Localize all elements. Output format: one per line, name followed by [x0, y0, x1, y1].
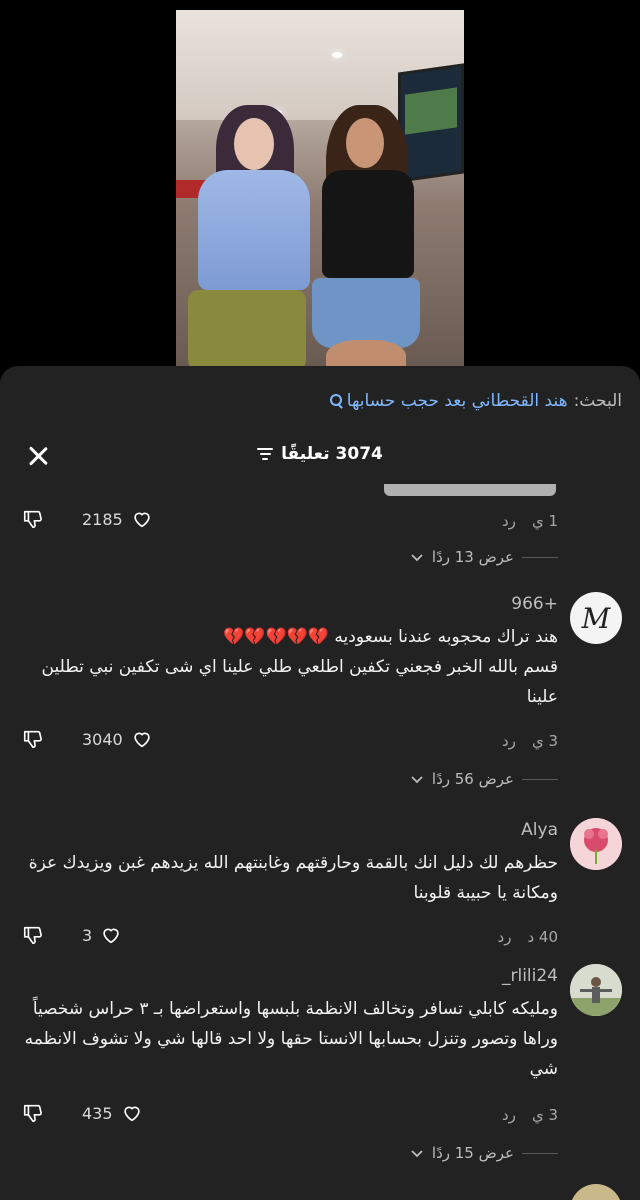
view-replies-button[interactable]: عرض 15 ردًا — [410, 1144, 558, 1162]
view-replies-label: عرض 56 ردًا — [431, 770, 514, 788]
comment-username[interactable]: 966+ — [511, 594, 558, 614]
comment-username[interactable]: Alya — [521, 820, 558, 840]
comment-count[interactable]: 3074 تعليقًا — [0, 444, 640, 464]
ceiling-light — [332, 52, 342, 58]
comment-actions: 435 — [22, 1102, 143, 1124]
comment-actions: 3040 — [22, 728, 153, 750]
comment-text: حظرهم لك دليل انك بالقمة وحارقتهم وغابنت… — [28, 853, 558, 903]
comment-meta: 1 ي رد — [502, 512, 558, 530]
comment-text: ومليكه كابلي تسافر وتخالف الانظمة بلبسها… — [24, 999, 558, 1079]
comment-time: 40 د — [527, 928, 558, 946]
search-suggestion[interactable]: البحث: هند القحطاني بعد حجب حسابها — [329, 386, 622, 416]
dislike-icon[interactable] — [22, 728, 44, 750]
like-count: 3040 — [82, 729, 123, 749]
heart-icon[interactable] — [131, 508, 153, 530]
view-replies-button[interactable]: عرض 13 ردًا — [410, 548, 558, 566]
reply-button[interactable]: رد — [502, 732, 516, 750]
heart-icon[interactable] — [100, 924, 122, 946]
video-area[interactable] — [0, 0, 640, 380]
reply-button[interactable]: رد — [502, 512, 516, 530]
comment-meta: 3 ي رد — [502, 1106, 558, 1124]
like-count: 3 — [82, 925, 93, 945]
view-replies-button[interactable]: عرض 56 ردًا — [410, 770, 558, 788]
person-avatar-icon — [570, 964, 622, 1016]
search-prefix: البحث: — [573, 391, 622, 411]
heart-icon[interactable] — [121, 1102, 143, 1124]
chevron-down-icon — [411, 1150, 423, 1158]
person-skirt — [188, 290, 306, 366]
view-replies-label: عرض 15 ردًا — [431, 1144, 514, 1162]
search-icon — [329, 394, 343, 408]
comments-sheet: البحث: هند القحطاني بعد حجب حسابها 3074 … — [0, 366, 640, 1200]
person-top — [322, 170, 414, 278]
comment-time: 1 ي — [531, 512, 558, 530]
comment-actions: 3 — [22, 924, 122, 946]
search-query-link[interactable]: هند القحطاني بعد حجب حسابها — [347, 391, 568, 411]
comment-actions: 2185 — [22, 508, 153, 530]
comment-time: 3 ي — [531, 732, 558, 750]
monogram-icon: M — [571, 593, 621, 643]
comment-username[interactable]: _rlili24 — [502, 966, 558, 986]
avatar[interactable] — [570, 818, 622, 870]
reply-image-preview[interactable] — [384, 484, 556, 496]
dislike-icon[interactable] — [22, 1102, 44, 1124]
reply-button[interactable]: رد — [502, 1106, 516, 1124]
heart-icon[interactable] — [131, 728, 153, 750]
person-legs — [326, 340, 406, 366]
person-skirt — [312, 278, 420, 348]
divider-line — [522, 778, 558, 780]
chevron-down-icon — [411, 554, 423, 562]
video-thumbnail[interactable] — [176, 10, 464, 366]
comment-meta: 40 د رد — [498, 928, 558, 946]
svg-text:M: M — [581, 602, 612, 635]
comment-text-line: قسم بالله الخبر فجعني تكفين اطلعي طلي عل… — [41, 657, 559, 707]
reply-button[interactable]: رد — [498, 928, 512, 946]
comment-text: هند تراك محجوبه عندنا بسعوديه 💔💔💔💔💔 قسم … — [18, 622, 559, 712]
filter-icon[interactable] — [257, 448, 274, 460]
dislike-icon[interactable] — [22, 924, 44, 946]
view-replies-label: عرض 13 ردًا — [431, 548, 514, 566]
comment-count-label: 3074 تعليقًا — [281, 444, 383, 464]
person-face — [234, 118, 274, 170]
divider-line — [522, 1152, 558, 1154]
like-count: 435 — [82, 1103, 113, 1123]
avatar[interactable] — [570, 964, 622, 1016]
dislike-icon[interactable] — [22, 508, 44, 530]
comment-meta: 3 ي رد — [502, 732, 558, 750]
comment-text-line: هند تراك محجوبه عندنا بسعوديه 💔💔💔💔💔 — [223, 627, 558, 647]
comments-header: 3074 تعليقًا — [0, 440, 640, 472]
avatar[interactable] — [570, 1184, 622, 1200]
like-count: 2185 — [82, 509, 123, 529]
chevron-down-icon — [411, 776, 423, 784]
comment-time: 3 ي — [531, 1106, 558, 1124]
avatar[interactable]: M — [570, 592, 622, 644]
flower-avatar-icon — [570, 818, 622, 870]
person-face — [346, 118, 384, 168]
person-top — [198, 170, 310, 290]
divider-line — [522, 556, 558, 558]
